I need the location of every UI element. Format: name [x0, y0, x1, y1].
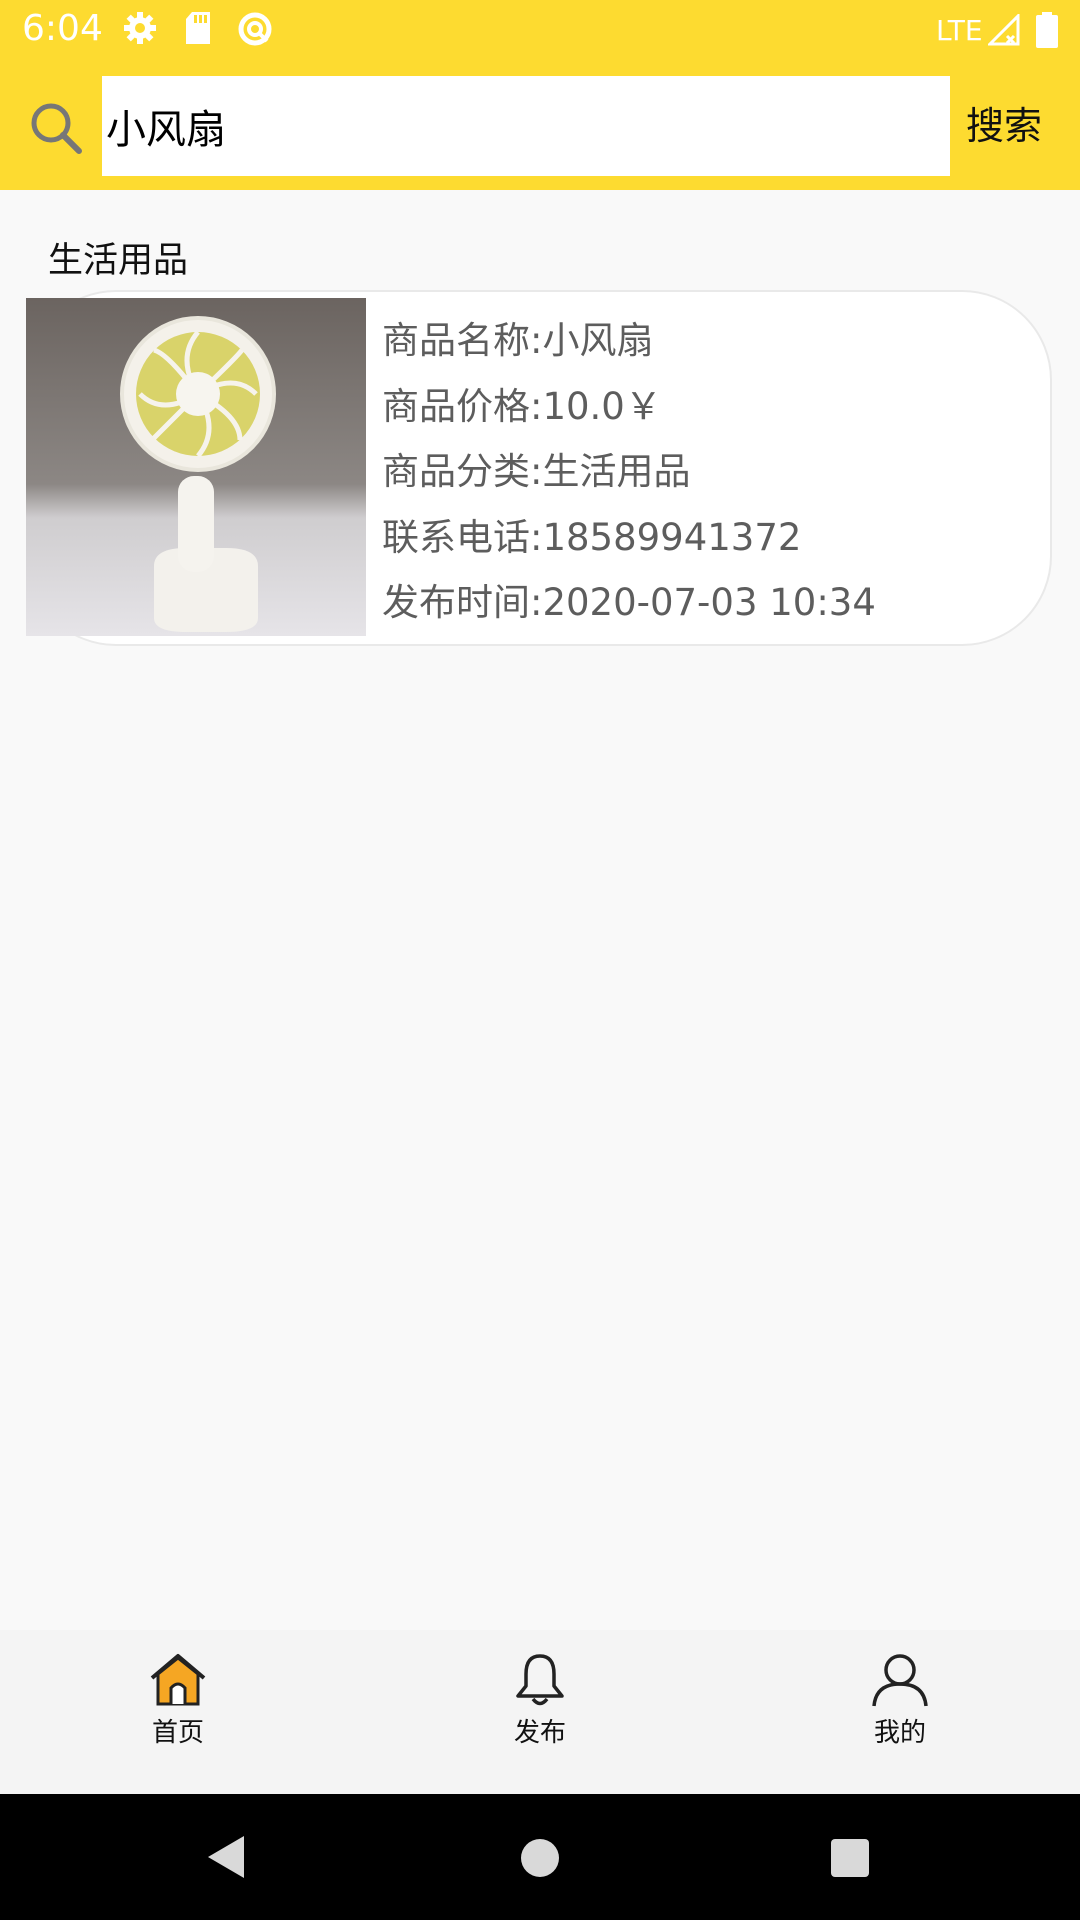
home-circle-icon[interactable]	[520, 1838, 560, 1878]
sync-icon	[238, 12, 272, 46]
product-image	[26, 298, 366, 636]
back-icon[interactable]	[204, 1834, 246, 1880]
nav-publish[interactable]: 发布	[480, 1652, 600, 1749]
bell-icon	[516, 1654, 564, 1706]
network-type: LTE	[936, 14, 983, 47]
recents-icon[interactable]	[830, 1838, 870, 1878]
sd-card-icon	[186, 12, 210, 44]
home-icon	[150, 1654, 206, 1706]
category-title: 生活用品	[48, 241, 189, 281]
search-button[interactable]: 搜索	[966, 98, 1076, 154]
product-price: 商品价格:10.0￥	[382, 384, 662, 428]
product-phone: 联系电话:18589941372	[382, 515, 802, 559]
nav-mine[interactable]: 我的	[840, 1652, 960, 1749]
status-bar: 6:04 LTE	[0, 0, 1080, 62]
nav-mine-label: 我的	[873, 1718, 926, 1748]
product-category: 商品分类:生活用品	[382, 450, 691, 493]
nav-publish-label: 发布	[513, 1718, 566, 1748]
signal-icon	[988, 14, 1020, 46]
battery-icon	[1036, 12, 1058, 48]
search-input[interactable]	[102, 76, 950, 176]
product-info: 商品名称:小风扇 商品价格:10.0￥ 商品分类:生活用品 联系电话:18589…	[382, 308, 876, 636]
search-icon[interactable]	[28, 100, 84, 156]
product-time: 发布时间:2020-07-03 10:34	[382, 581, 876, 624]
nav-home[interactable]: 首页	[118, 1652, 238, 1749]
gear-icon	[124, 12, 156, 44]
system-nav-bar	[0, 1794, 1080, 1920]
product-name: 商品名称:小风扇	[382, 319, 654, 362]
status-time: 6:04	[22, 8, 103, 49]
nav-home-label: 首页	[151, 1718, 204, 1748]
user-icon	[872, 1654, 928, 1707]
search-bar: 搜索	[0, 62, 1080, 190]
bottom-nav: 首页 发布 我的	[0, 1630, 1080, 1794]
